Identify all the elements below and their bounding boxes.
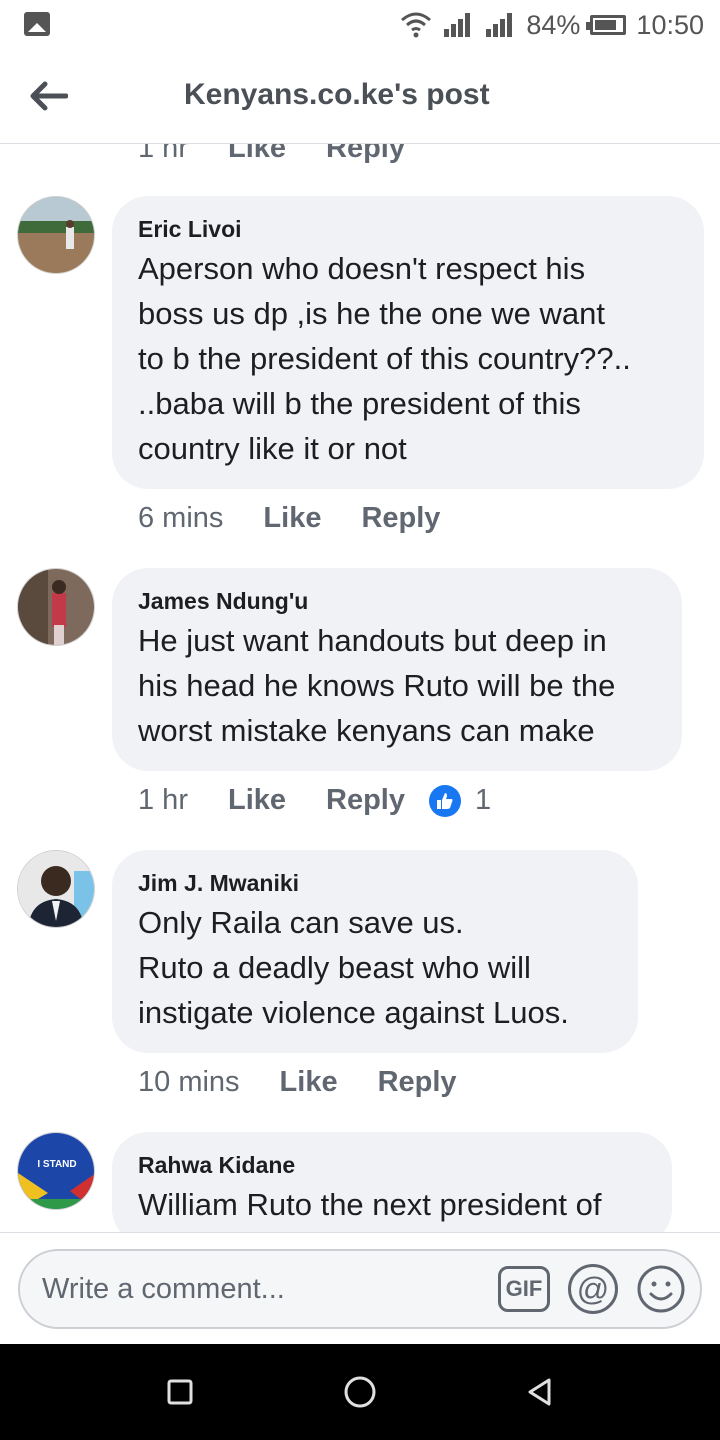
comment-text: William Ruto the next president of [138,1187,602,1222]
like-button[interactable]: Like [228,784,286,817]
comment-input-placeholder: Write a comment... [42,1273,285,1305]
comment-text: Aperson who doesn't respect his boss us … [138,251,631,466]
reply-button[interactable]: Reply [378,1066,457,1099]
comment-bubble: Eric Livoi Aperson who doesn't respect h… [112,196,704,489]
comment-author[interactable]: James Ndung'u [138,584,656,618]
comment-actions: 1 hr Like Reply 1 [138,784,491,817]
reply-button[interactable]: Reply [326,784,405,817]
previous-comment-actions: 1 hr Like Reply [138,144,445,165]
comment-bubble: Rahwa Kidane William Ruto the next presi… [112,1132,672,1232]
system-nav-bar [0,1344,720,1440]
status-bar: 84% 10:50 [0,0,720,50]
comment-bubble: James Ndung'u He just want handouts but … [112,568,682,771]
reaction-count: 1 [475,784,492,816]
avatar-caption: I STAND [37,1159,76,1170]
gif-button[interactable]: GIF [498,1266,550,1312]
comment-actions: 6 mins Like Reply [138,502,480,535]
comment-input[interactable]: Write a comment... GIF @ [18,1249,702,1329]
post-header: Kenyans.co.ke's post [0,50,720,144]
avatar-image: I STAND [18,1133,94,1209]
wifi-icon [401,12,432,38]
battery-icon [586,15,627,35]
avatar[interactable] [17,196,95,274]
clock: 10:50 [636,9,704,40]
comment-text: Only Raila can save us. Ruto a deadly be… [138,905,569,1030]
like-button[interactable]: Like [263,502,321,535]
smiley-icon[interactable] [636,1264,686,1314]
recents-glyph [167,1379,193,1405]
comments-list[interactable]: 1 hr Like Reply Eric Livoi Aperson who d… [0,144,720,1232]
comment-actions: 10 mins Like Reply [138,1066,497,1099]
comment-time: 1 hr [138,144,188,164]
mention-button[interactable]: @ [568,1264,618,1314]
reply-button[interactable]: Reply [326,144,405,165]
comment-time: 1 hr [138,784,188,816]
arrow-left-icon [30,81,68,111]
home-glyph [344,1376,376,1408]
page-title: Kenyans.co.ke's post [184,78,490,111]
like-button[interactable]: Like [228,144,286,165]
signal-icon [444,13,471,37]
back-glyph [528,1378,551,1406]
reply-button[interactable]: Reply [361,502,440,535]
triangle-back-icon[interactable] [520,1372,560,1412]
avatar[interactable]: I STAND [17,1132,95,1210]
signal-icon [486,13,513,37]
comment-bubble: Jim J. Mwaniki Only Raila can save us. R… [112,850,638,1053]
comment-composer: Write a comment... GIF @ [0,1232,720,1344]
square-icon[interactable] [160,1372,200,1412]
smiley-glyph [637,1265,685,1313]
like-button[interactable]: Like [280,1066,338,1099]
back-button[interactable] [24,72,72,120]
comment-author[interactable]: Jim J. Mwaniki [138,866,612,900]
avatar[interactable] [17,850,95,928]
comment-time: 6 mins [138,502,224,534]
battery-percent: 84% [526,9,581,40]
avatar[interactable] [17,568,95,646]
thumbs-up-icon[interactable] [429,784,461,817]
comment-author[interactable]: Eric Livoi [138,212,678,246]
avatar-image [18,851,94,927]
comment-text: He just want handouts but deep in his he… [138,623,616,748]
thumbs-up-glyph [437,792,453,809]
circle-icon[interactable] [340,1372,380,1412]
comment-time: 10 mins [138,1066,240,1098]
avatar-image [18,197,94,273]
avatar-image [18,569,94,645]
gallery-notification-icon [24,12,50,36]
status-icons: 84% 10:50 [400,6,704,44]
comment-author[interactable]: Rahwa Kidane [138,1148,646,1182]
